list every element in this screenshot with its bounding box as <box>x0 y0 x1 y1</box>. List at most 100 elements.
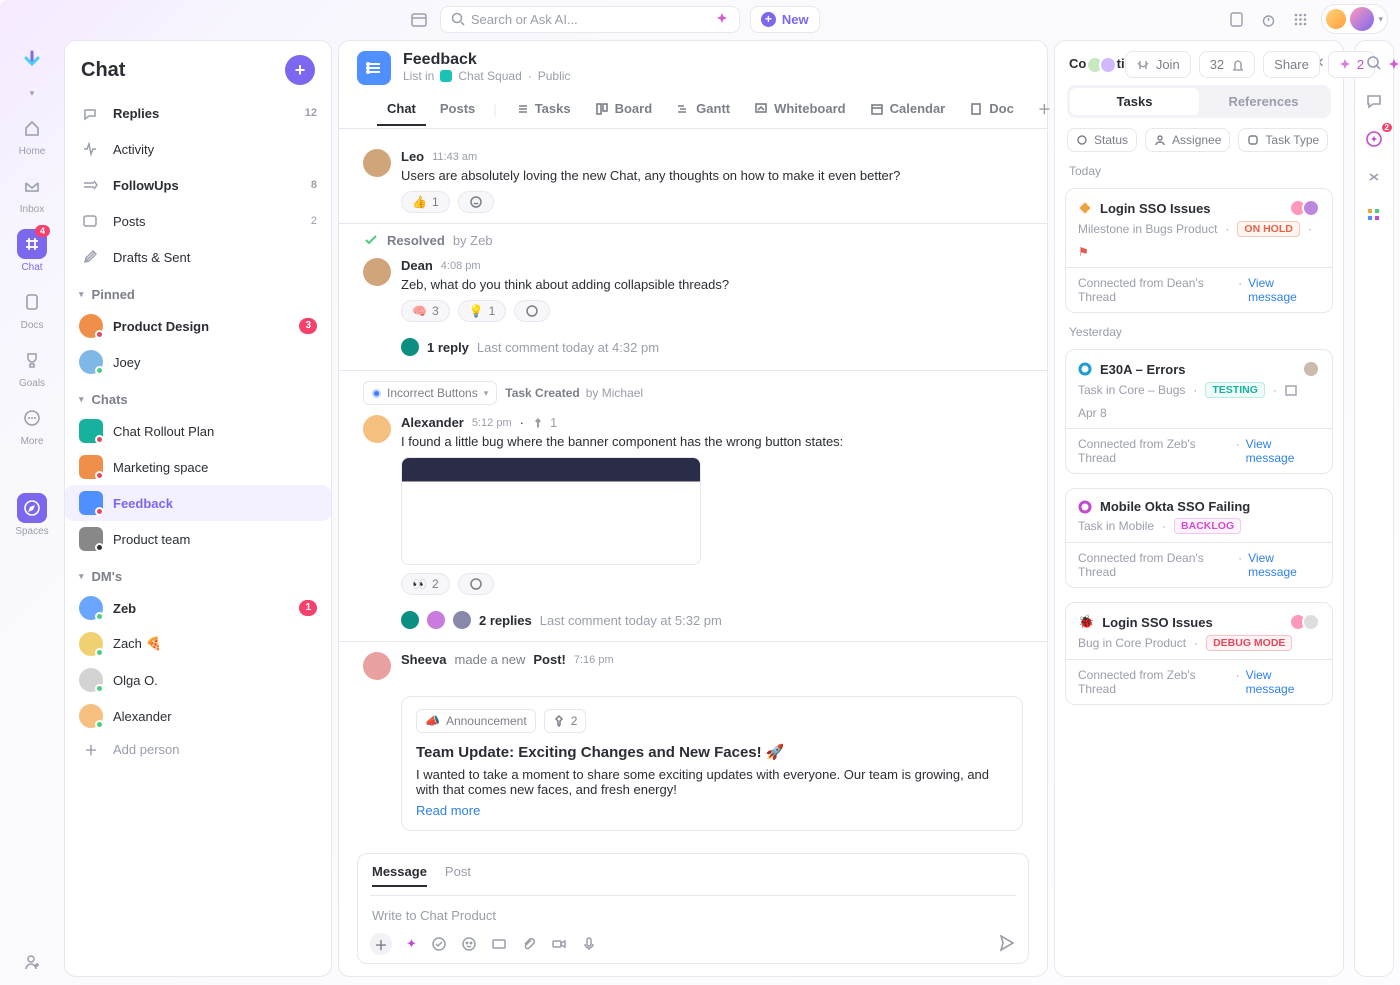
reaction[interactable]: 👀2 <box>401 573 450 595</box>
apps-icon[interactable] <box>1289 8 1311 30</box>
conn-tab-tasks[interactable]: Tasks <box>1070 88 1199 115</box>
calendar-icon[interactable] <box>408 8 430 30</box>
post-tag[interactable]: 📣Announcement <box>416 709 536 733</box>
chat-item[interactable]: Product team <box>65 521 331 557</box>
share-button[interactable]: Share <box>1263 51 1320 78</box>
view-message-link[interactable]: View message <box>1248 276 1320 304</box>
rail-inbox[interactable]: Inbox <box>8 171 56 215</box>
dm-item[interactable]: Zach 🍕 <box>65 626 331 662</box>
tab-chat[interactable]: Chat <box>377 93 426 126</box>
sidebar-replies[interactable]: Replies12 <box>65 95 331 131</box>
section-chats[interactable]: ▾Chats <box>65 380 331 413</box>
global-search[interactable]: Search or Ask AI... <box>440 6 740 33</box>
tab-posts[interactable]: Posts <box>430 93 485 126</box>
tab-board[interactable]: Board <box>585 93 663 126</box>
view-message-link[interactable]: View message <box>1246 437 1320 465</box>
connect-icon[interactable] <box>1362 165 1386 189</box>
ai-icon[interactable]: ✦ <box>406 936 417 952</box>
apps-grid-icon[interactable] <box>1362 203 1386 227</box>
gif-icon[interactable] <box>491 936 507 952</box>
pin-count[interactable]: 2 <box>544 709 587 733</box>
rail-more[interactable]: More <box>8 403 56 447</box>
new-chat-button[interactable]: + <box>285 55 315 85</box>
post-card[interactable]: 📣Announcement 2 Team Update: Exciting Ch… <box>401 696 1023 831</box>
emoji-icon[interactable] <box>461 936 477 952</box>
section-dms[interactable]: ▾DM's <box>65 557 331 590</box>
filter-status[interactable]: Status <box>1067 128 1137 152</box>
connection-card[interactable]: Login SSO Issues Milestone in Bugs Produ… <box>1065 188 1333 313</box>
filter-assignee[interactable]: Assignee <box>1145 128 1230 152</box>
dm-item[interactable]: Alexander <box>65 698 331 734</box>
video-icon[interactable] <box>551 936 567 952</box>
filter-tasktype[interactable]: Task Type <box>1238 128 1328 152</box>
rail-invite[interactable] <box>8 947 56 977</box>
sidebar-posts[interactable]: Posts2 <box>65 203 331 239</box>
reaction[interactable]: 💡1 <box>458 300 507 322</box>
app-logo[interactable] <box>18 46 46 74</box>
member-count[interactable]: 32 <box>1199 51 1255 78</box>
composer-add-button[interactable]: ＋ <box>370 933 392 955</box>
dm-item[interactable]: Olga O. <box>65 662 331 698</box>
sidebar-activity[interactable]: Activity <box>65 131 331 167</box>
sidebar-drafts[interactable]: Drafts & Sent <box>65 239 331 275</box>
sidebar-followups[interactable]: FollowUps8 <box>65 167 331 203</box>
attachment-icon[interactable] <box>521 936 537 952</box>
chat-item[interactable]: Marketing space <box>65 449 331 485</box>
new-button[interactable]: + New <box>750 6 820 33</box>
read-more[interactable]: Read more <box>416 803 1008 818</box>
chat-item-active[interactable]: Feedback <box>65 485 331 521</box>
rail-spaces[interactable]: Spaces <box>8 493 56 537</box>
chat-item[interactable]: Chat Rollout Plan <box>65 413 331 449</box>
conn-tab-refs[interactable]: References <box>1199 88 1328 115</box>
author-name[interactable]: Dean <box>401 258 433 273</box>
pinned-item[interactable]: Product Design3 <box>65 308 331 344</box>
tab-whiteboard[interactable]: Whiteboard <box>744 93 856 126</box>
add-reaction[interactable] <box>458 573 494 595</box>
comments-icon[interactable] <box>1362 89 1386 113</box>
connection-card[interactable]: E30A – Errors Task in Core – Bugs·TESTIN… <box>1065 349 1333 474</box>
section-pinned[interactable]: ▾Pinned <box>65 275 331 308</box>
profile-menu[interactable]: ▾ <box>1321 4 1388 34</box>
dm-item[interactable]: Zeb1 <box>65 590 331 626</box>
rail-goals[interactable]: Goals <box>8 345 56 389</box>
join-button[interactable]: Join <box>1125 51 1191 78</box>
tab-calendar[interactable]: Calendar <box>860 93 956 126</box>
connection-card[interactable]: 🐞Login SSO Issues Bug in Core Product·DE… <box>1065 602 1333 705</box>
thread-summary[interactable]: 2 replies Last comment today at 5:32 pm <box>339 605 1047 629</box>
tab-tasks[interactable]: Tasks <box>505 93 581 126</box>
reaction[interactable]: 👍1 <box>401 191 450 213</box>
timer-icon[interactable] <box>1257 8 1279 30</box>
rail-docs[interactable]: Docs <box>8 287 56 331</box>
add-view[interactable]: ＋ <box>1028 91 1061 128</box>
pinned-item[interactable]: Joey <box>65 344 331 380</box>
tab-gantt[interactable]: Gantt <box>666 93 740 126</box>
rail-chat[interactable]: 4Chat <box>8 229 56 273</box>
rail-home[interactable]: Home <box>8 113 56 157</box>
task-chip[interactable]: Incorrect Buttons▾ <box>363 381 497 405</box>
add-person[interactable]: ＋Add person <box>65 734 331 765</box>
author-name[interactable]: Sheeva <box>401 652 447 667</box>
send-button[interactable] <box>998 935 1016 953</box>
mic-icon[interactable] <box>581 936 597 952</box>
composer-input[interactable]: Write to Chat Product <box>370 896 1016 933</box>
view-message-link[interactable]: View message <box>1246 668 1320 696</box>
breadcrumb[interactable]: List in Chat Squad · Public <box>403 69 1079 83</box>
reaction[interactable]: 🧠3 <box>401 300 450 322</box>
view-message-link[interactable]: View message <box>1248 551 1320 579</box>
author-name[interactable]: Alexander <box>401 415 464 430</box>
search-icon[interactable] <box>1362 51 1386 75</box>
notepad-icon[interactable] <box>1225 8 1247 30</box>
ai-chat-icon[interactable]: 2 <box>1362 127 1386 151</box>
image-attachment[interactable] <box>401 457 701 565</box>
member-avatars[interactable] <box>1091 56 1117 74</box>
tab-doc[interactable]: Doc <box>959 93 1024 126</box>
composer-tab-message[interactable]: Message <box>372 864 427 887</box>
connection-card[interactable]: Mobile Okta SSO Failing Task in Mobile·B… <box>1065 488 1333 588</box>
chevron-down-icon[interactable]: ▾ <box>30 88 35 99</box>
thread-summary[interactable]: 1 reply Last comment today at 4:32 pm <box>339 332 1047 356</box>
task-icon[interactable] <box>431 936 447 952</box>
author-name[interactable]: Leo <box>401 149 424 164</box>
add-reaction[interactable] <box>514 300 550 322</box>
composer-tab-post[interactable]: Post <box>445 864 471 887</box>
add-reaction[interactable] <box>458 191 494 213</box>
